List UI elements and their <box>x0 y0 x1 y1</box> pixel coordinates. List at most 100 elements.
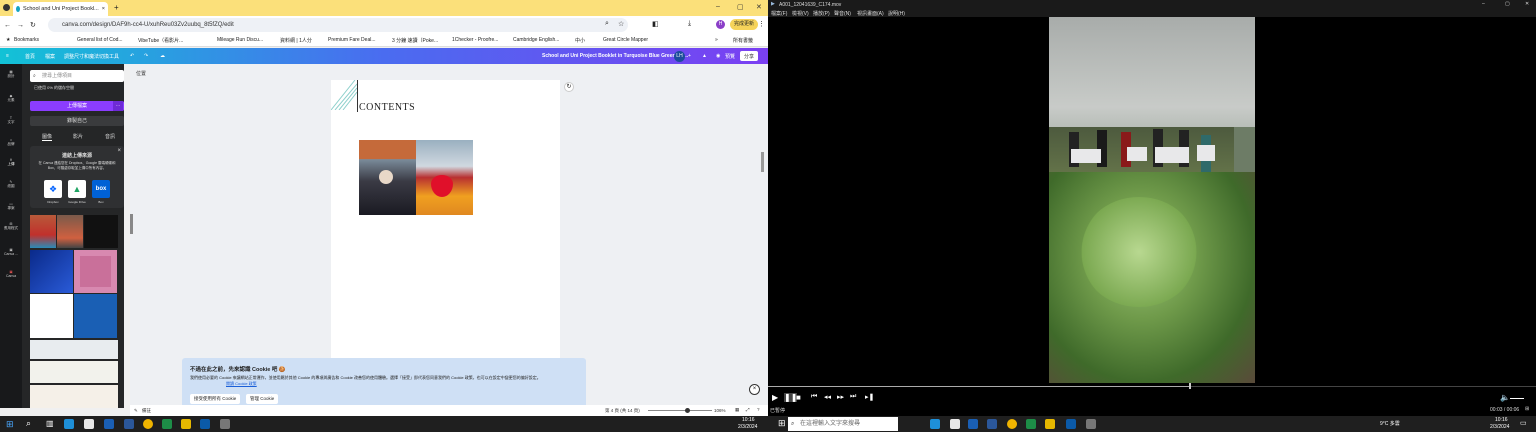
edge-icon[interactable] <box>930 419 940 429</box>
rail-uploads[interactable]: ⇪ 上傳 <box>4 158 18 172</box>
bookmark-item[interactable]: Premium Fare Deal... <box>328 37 376 43</box>
analytics-icon[interactable]: ▲ <box>702 53 707 59</box>
menu-icon[interactable]: ⋮ <box>758 20 765 28</box>
scroll-handle[interactable] <box>761 152 764 172</box>
extensions-icon[interactable]: ◧ <box>652 20 659 28</box>
chrome-icon[interactable] <box>1007 419 1017 429</box>
media-player-taskbar-icon[interactable] <box>220 419 230 429</box>
tab-images[interactable]: 圖像 <box>42 133 53 141</box>
upload-thumbnail[interactable] <box>57 215 83 248</box>
tab-canva[interactable]: School and Uni Project Bookl... × <box>13 2 108 16</box>
upload-thumbnail[interactable] <box>30 340 118 359</box>
back-icon[interactable]: ← <box>4 22 11 29</box>
menu-play[interactable]: 播放(P) <box>813 10 830 17</box>
notification-icon[interactable]: ▭ <box>1520 419 1527 427</box>
volume-icon[interactable]: 🔈 <box>1500 393 1510 402</box>
bookmark-item[interactable]: 資料網 | 1人分 <box>280 37 312 44</box>
bookmark-item[interactable]: 3 分鐘 速讀（Poke... <box>392 37 438 44</box>
menu-video[interactable]: 視訊畫面(A) <box>857 10 884 17</box>
upload-more-icon[interactable]: ⋯ <box>113 101 123 111</box>
excel-icon[interactable] <box>1026 419 1036 429</box>
rail-projects[interactable]: ▭ 專案 <box>4 202 18 216</box>
taskbar-search-box[interactable]: ⌕ 在這裡輸入文字來搜尋 <box>788 417 898 431</box>
design-page[interactable]: CONTENTS <box>331 80 560 358</box>
panel-collapse-handle[interactable] <box>130 214 133 234</box>
maximize-icon[interactable]: ▢ <box>737 3 744 11</box>
record-yourself-button[interactable]: 錄製自己 <box>30 116 124 126</box>
menu-sound[interactable]: 聲音(N) <box>834 10 851 17</box>
bookmark-item[interactable]: Great Circle Mapper <box>603 37 648 43</box>
weather[interactable]: 9°C 多雲 <box>1380 420 1400 427</box>
reload-icon[interactable]: ↻ <box>30 21 36 29</box>
player-maximize-icon[interactable]: ▢ <box>1505 1 1510 7</box>
notes-button[interactable]: 備註 <box>142 408 151 414</box>
accept-cookies-button[interactable]: 接受使用所有 Cookie <box>190 394 241 404</box>
dropbox-icon[interactable]: ❖ <box>44 180 62 198</box>
share-button[interactable]: 分享 <box>740 51 759 61</box>
document-title[interactable]: School and Uni Project Booklet in Turquo… <box>542 53 688 59</box>
seek-handle[interactable] <box>1189 383 1192 389</box>
rail-text[interactable]: T 文字 <box>4 116 18 130</box>
menu-file[interactable]: 檔案(F) <box>771 10 787 17</box>
upload-thumbnail[interactable] <box>30 294 73 338</box>
media-player-taskbar-icon[interactable] <box>1086 419 1096 429</box>
player-close-icon[interactable]: ✕ <box>1525 1 1529 7</box>
redo-icon[interactable]: ↷ <box>144 53 148 59</box>
zoom-slider[interactable] <box>648 410 712 411</box>
edge-icon[interactable] <box>64 419 74 429</box>
add-collaborator-icon[interactable]: + <box>688 53 691 59</box>
explorer-icon[interactable] <box>1045 419 1055 429</box>
rail-apps[interactable]: ⊞ 應用程式 <box>4 222 18 236</box>
bookmark-item[interactable]: 中小 <box>575 37 585 44</box>
terminal-icon[interactable] <box>1066 419 1076 429</box>
frame-step-icon[interactable]: ▸❚ <box>865 393 874 401</box>
explorer-icon[interactable] <box>181 419 191 429</box>
all-bookmarks[interactable]: 所有書籤 <box>733 37 753 44</box>
help-icon[interactable]: ? <box>757 407 760 412</box>
rail-canva[interactable]: ▣ Canva <box>4 270 18 284</box>
forward-icon[interactable]: → <box>17 22 24 29</box>
upload-thumbnail[interactable] <box>74 250 117 293</box>
rewind-icon[interactable]: ◂◂ <box>824 393 831 401</box>
upload-thumbnail[interactable] <box>30 385 118 408</box>
bookmarks-label[interactable]: Bookmarks <box>14 37 39 43</box>
play-icon[interactable]: ▶ <box>772 393 778 402</box>
bookmark-item[interactable]: General list of Cod... <box>77 37 123 43</box>
fullscreen-icon[interactable]: ⤢ <box>746 407 750 412</box>
box-icon[interactable]: box <box>92 180 110 198</box>
zoom-slider-knob[interactable] <box>685 408 690 413</box>
preview-button[interactable]: 預覽 <box>725 53 735 60</box>
preview-eye-icon[interactable]: ◉ <box>716 53 720 59</box>
terminal-icon[interactable] <box>200 419 210 429</box>
search-icon[interactable]: ⌕ <box>26 418 31 429</box>
refresh-page-icon[interactable]: ↻ <box>564 82 574 92</box>
stop-icon[interactable]: ■ <box>796 393 801 402</box>
resize-button[interactable]: 調整尺寸和魔法切換工具 <box>64 53 119 60</box>
bookmark-star-icon[interactable]: ☆ <box>618 20 624 28</box>
volume-slider[interactable] <box>1510 398 1524 399</box>
upload-files-button[interactable]: 上傳檔案 ⋯ <box>30 101 124 111</box>
manage-cookies-button[interactable]: 管理 Cookie <box>246 394 279 404</box>
bookmark-item[interactable]: VibeTube（看影片... <box>138 37 183 44</box>
minimize-icon[interactable]: – <box>716 3 720 10</box>
excel-icon[interactable] <box>162 419 172 429</box>
google-drive-icon[interactable]: ▲ <box>68 180 86 198</box>
mail-icon[interactable] <box>968 419 978 429</box>
home-button[interactable]: 首頁 <box>25 53 35 60</box>
upload-search-input[interactable]: ⌕ 搜尋上傳項目 <box>30 70 124 82</box>
position-button[interactable]: 位置 <box>136 70 146 77</box>
page-heading[interactable]: CONTENTS <box>359 102 415 113</box>
upload-thumbnail[interactable] <box>30 215 56 248</box>
start-icon[interactable]: ⊞ <box>6 419 14 430</box>
profile-avatar[interactable]: H <box>716 20 725 29</box>
upload-thumbnail[interactable] <box>74 294 117 338</box>
grid-view-icon[interactable]: ▦ <box>735 407 739 413</box>
chrome-icon[interactable] <box>143 419 153 429</box>
page-indicator[interactable]: 第 4 頁 (共 14 頁) <box>605 408 640 414</box>
canva-menu-icon[interactable]: ≡ <box>6 53 9 59</box>
fullscreen-toggle-icon[interactable]: ⊞ <box>1525 406 1529 412</box>
update-button[interactable]: 完成更新 <box>730 19 759 30</box>
mail-icon[interactable] <box>104 419 114 429</box>
download-icon[interactable]: ⤓ <box>688 20 691 28</box>
cloud-sync-icon[interactable]: ☁ <box>160 53 165 59</box>
